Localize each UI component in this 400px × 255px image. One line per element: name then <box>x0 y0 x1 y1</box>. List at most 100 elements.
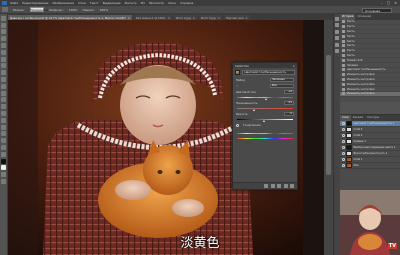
saturation-slider[interactable] <box>237 106 293 111</box>
dodge-tool-icon[interactable] <box>1 104 6 110</box>
layer-row[interactable]: Фон <box>340 163 400 169</box>
tab-paths[interactable]: Контуры <box>365 115 381 121</box>
tab-close-button[interactable]: × <box>245 16 247 20</box>
actions-panel-icon[interactable] <box>335 23 339 27</box>
tab-close-button[interactable]: × <box>128 16 130 20</box>
blur-tool-icon[interactable] <box>1 97 6 103</box>
scrollbar-thumb[interactable] <box>326 55 331 175</box>
history-brush-tool-icon[interactable] <box>1 76 6 82</box>
eye-icon[interactable] <box>341 164 345 167</box>
eye-icon[interactable] <box>341 128 345 131</box>
tab-label: Без имени-1 @ 100% <box>136 15 166 20</box>
menu-file[interactable]: Файл <box>10 1 18 5</box>
flow-value[interactable]: 100% <box>99 8 108 12</box>
properties-panel-icon[interactable] <box>335 49 339 53</box>
type-tool-icon[interactable] <box>1 117 6 123</box>
quick-mask-icon[interactable] <box>1 172 6 178</box>
info-panel-icon[interactable] <box>335 36 339 40</box>
mode-select[interactable]: Нормальный <box>29 7 49 12</box>
range-select[interactable]: Все <box>270 84 294 88</box>
tab-layers[interactable]: Слои <box>340 115 351 121</box>
view-previous-icon[interactable] <box>270 184 275 188</box>
eye-icon[interactable] <box>341 140 345 143</box>
workspace-select[interactable]: Основная рабочая <box>362 7 392 17</box>
tab-channels[interactable]: Каналы <box>351 115 365 121</box>
close-window-button[interactable]: × <box>394 1 397 5</box>
canvas-vertical-scrollbar[interactable] <box>324 20 333 255</box>
adjustments-panel-icon[interactable] <box>335 42 339 47</box>
hue-value[interactable]: +6 <box>284 90 294 94</box>
hand-tool-icon[interactable] <box>1 138 6 144</box>
maximize-button[interactable]: □ <box>387 1 390 5</box>
menu-view[interactable]: Просмотр <box>149 1 164 5</box>
move-tool-icon[interactable] <box>1 15 6 21</box>
menu-window[interactable]: Окно <box>168 1 176 5</box>
tab-close-button[interactable]: × <box>168 16 170 20</box>
menu-select[interactable]: Выделение <box>103 1 121 5</box>
menu-3d[interactable]: 3D <box>141 1 145 5</box>
visibility-icon[interactable] <box>283 184 288 188</box>
clip-to-layer-icon[interactable] <box>264 184 268 188</box>
pen-tool-icon[interactable] <box>1 110 6 116</box>
path-select-tool-icon[interactable] <box>1 124 6 130</box>
menu-help[interactable]: Справка <box>180 1 193 5</box>
colorize-checkbox[interactable] <box>236 124 239 127</box>
hand-adjust-icon[interactable]: ☝ <box>236 84 238 88</box>
brush-tool-icon[interactable] <box>1 63 6 69</box>
background-color-swatch[interactable] <box>1 165 6 171</box>
crop-tool-icon[interactable] <box>1 42 6 48</box>
more-tools-icon[interactable] <box>1 151 6 157</box>
shape-tool-icon[interactable] <box>1 131 6 137</box>
lightness-slider[interactable] <box>237 117 293 122</box>
healing-brush-tool-icon[interactable] <box>1 56 6 62</box>
clone-stamp-tool-icon[interactable] <box>1 70 6 76</box>
lasso-tool-icon[interactable] <box>1 29 6 35</box>
preset-select[interactable]: Заказная <box>270 78 294 82</box>
eye-icon[interactable] <box>341 146 345 149</box>
menu-layers[interactable]: Слои <box>78 1 86 5</box>
hue-slider-knob[interactable] <box>265 97 268 100</box>
eye-icon[interactable] <box>341 134 345 137</box>
menu-filter[interactable]: Фильтр <box>125 1 137 5</box>
saturation-value[interactable]: -35 <box>284 101 294 105</box>
delete-icon[interactable] <box>290 184 294 188</box>
minimize-button[interactable]: – <box>381 1 383 5</box>
history-item-label: Изменить настройки <box>347 92 375 96</box>
properties-close-button[interactable]: × <box>293 64 295 68</box>
history-panel-icon[interactable] <box>335 16 339 21</box>
opacity-value[interactable]: 100% <box>69 8 78 12</box>
brush-tool-preset-icon[interactable] <box>2 7 8 12</box>
menu-edit[interactable]: Редактирование <box>22 1 48 5</box>
eye-icon[interactable] <box>341 122 345 125</box>
lightness-value[interactable]: 0 <box>284 112 294 116</box>
eye-icon[interactable] <box>341 152 345 155</box>
tab-close-button[interactable]: × <box>218 16 220 20</box>
tab-close-button[interactable]: × <box>193 16 195 20</box>
history-item-selected[interactable]: Изменить настройки <box>340 91 400 97</box>
adjustment-icon <box>342 68 345 72</box>
brush-icon <box>342 44 345 48</box>
marquee-tool-icon[interactable] <box>1 22 6 28</box>
tab-actions[interactable]: Операции <box>355 14 373 20</box>
menu-text[interactable]: Текст <box>90 1 99 5</box>
colorize-option[interactable]: Тонирование <box>233 122 297 129</box>
tab-label: Портрет.psd <box>225 15 244 20</box>
layer-name: Кривые 1 <box>353 140 366 143</box>
gradient-tool-icon[interactable] <box>1 90 6 96</box>
hue-slider[interactable] <box>237 95 293 100</box>
lightness-slider-knob[interactable] <box>263 119 266 122</box>
saturation-slider-knob[interactable] <box>253 108 256 111</box>
menu-image[interactable]: Изображение <box>52 1 74 5</box>
history-list: Кисть Кисть Кисть Кисть Кисть Кисть Кист… <box>340 20 400 102</box>
history-item-label: Кисть <box>347 34 355 38</box>
eraser-tool-icon[interactable] <box>1 83 6 89</box>
reset-icon[interactable] <box>277 184 281 188</box>
screen-mode-icon[interactable] <box>1 178 6 184</box>
brush-icon <box>342 25 345 29</box>
eye-icon[interactable] <box>341 158 345 161</box>
brush-panel-icon[interactable] <box>335 29 339 34</box>
foreground-color-swatch[interactable] <box>1 158 6 164</box>
zoom-tool-icon[interactable] <box>1 144 6 150</box>
quick-select-tool-icon[interactable] <box>1 36 6 42</box>
eyedropper-tool-icon[interactable] <box>1 49 6 55</box>
